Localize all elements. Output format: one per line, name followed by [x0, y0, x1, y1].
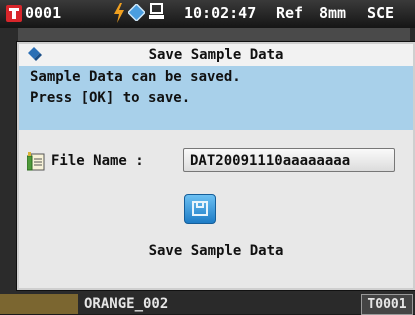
floppy-disk-icon [192, 201, 208, 216]
dialog-title-bar: Save Sample Data [19, 44, 413, 66]
save-sample-dialog: Save Sample Data Sample Data can be save… [17, 42, 415, 290]
file-icon [27, 152, 45, 171]
save-button-label: Save Sample Data [148, 243, 284, 259]
target-number: 0001 [25, 4, 62, 22]
save-button[interactable] [184, 194, 216, 224]
specular-mode: SCE [367, 4, 395, 22]
target-id-button[interactable]: T0001 [361, 294, 413, 315]
color-swatch [0, 294, 78, 314]
target-icon [6, 5, 22, 22]
sample-name: ORANGE_002 [84, 296, 169, 312]
dialog-title: Save Sample Data [148, 47, 284, 63]
diamond-icon [128, 4, 145, 21]
dialog-header: Save Sample Data Sample Data can be save… [19, 44, 413, 130]
dialog-message-line1: Sample Data can be saved. [30, 69, 241, 85]
background-header [18, 28, 410, 42]
clock-time: 10:02:47 [184, 4, 257, 22]
lightning-icon [114, 3, 124, 23]
dialog-message-line2: Press [OK] to save. [30, 90, 191, 106]
storage-icon [149, 3, 164, 19]
file-name-field[interactable]: DAT20091110aaaaaaaa [183, 148, 395, 172]
ref-label: Ref [276, 4, 304, 22]
file-name-label: File Name : [51, 153, 144, 169]
status-bar: 0001 10:02:47 Ref 8mm SCE [0, 0, 415, 28]
measurement-area: 8mm [319, 4, 347, 22]
bottom-bar: ORANGE_002 T0001 [0, 294, 415, 315]
